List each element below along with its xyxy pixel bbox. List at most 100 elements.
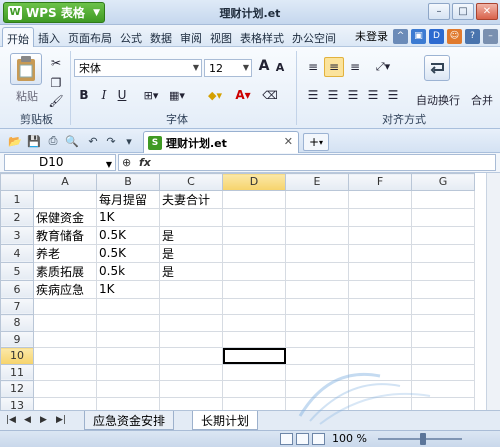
text-direction-icon[interactable]: ⤢▾ (372, 59, 394, 75)
cell[interactable]: 每月提留 (96, 189, 160, 209)
tab-page-layout[interactable]: 页面布局 (64, 27, 116, 47)
spreadsheet-grid[interactable]: A B C D E F G 1 每月提留 夫妻合计 2 保健资金 1K 3 教育储备 0.5K 是… (0, 173, 500, 410)
distribute-icon[interactable]: ☰ (384, 87, 402, 103)
zoom-slider-handle[interactable] (420, 433, 426, 445)
cell[interactable] (411, 261, 475, 281)
row-header[interactable]: 3 (0, 225, 34, 245)
tab-home[interactable]: 开始 (2, 27, 34, 47)
page-break-view-icon[interactable] (312, 433, 325, 445)
cell[interactable] (348, 363, 412, 381)
cell[interactable] (348, 314, 412, 332)
cell[interactable] (411, 396, 475, 410)
customize-toolbar-icon[interactable]: ▾ (122, 134, 136, 148)
cell[interactable] (285, 380, 349, 398)
align-top-icon[interactable]: ≡ (304, 59, 322, 75)
cell[interactable] (285, 207, 349, 227)
row-header[interactable]: 7 (0, 297, 34, 315)
cell[interactable] (348, 261, 412, 281)
sheet-tab-active[interactable]: 长期计划 (192, 411, 259, 430)
undo-icon[interactable]: ↶ (86, 134, 100, 148)
first-sheet-icon[interactable]: |◀ (6, 415, 16, 425)
select-all-corner[interactable] (0, 173, 34, 191)
cell[interactable] (222, 380, 286, 398)
copy-icon[interactable]: ❐ (48, 75, 64, 91)
cell[interactable] (159, 207, 223, 227)
cell[interactable]: 0.5k (96, 261, 160, 281)
cell[interactable]: 1K (96, 207, 160, 227)
column-header[interactable]: A (33, 173, 97, 191)
cell[interactable]: 养老 (33, 243, 97, 263)
cell[interactable] (411, 347, 475, 365)
merge-button[interactable]: 合并 (466, 93, 498, 107)
collapse-ribbon-icon[interactable]: ^ (393, 28, 408, 44)
align-center-icon[interactable]: ☰ (324, 87, 342, 103)
document-tab[interactable]: S 理财计划.et ✕ (143, 131, 299, 153)
help-icon[interactable]: ? (465, 28, 480, 44)
cell[interactable] (159, 314, 223, 332)
align-right-icon[interactable]: ☰ (344, 87, 362, 103)
insert-function-icon[interactable]: fx (139, 156, 151, 169)
cell[interactable] (411, 330, 475, 348)
cell[interactable] (348, 330, 412, 348)
column-header[interactable]: B (96, 173, 160, 191)
cell[interactable] (348, 396, 412, 410)
sheet-tab[interactable]: 应急资金安排 (84, 411, 175, 430)
column-header[interactable]: D (222, 173, 286, 191)
bold-button[interactable]: B (76, 87, 92, 103)
format-painter-icon[interactable]: 🖌 (48, 93, 64, 109)
new-tab-button[interactable]: + ▾ (303, 133, 329, 151)
fill-color-icon[interactable]: ◆▾ (204, 87, 226, 103)
justify-icon[interactable]: ☰ (364, 87, 382, 103)
maximize-icon[interactable]: □ (452, 3, 474, 20)
cell[interactable] (411, 207, 475, 227)
save-icon[interactable]: 💾 (27, 134, 41, 148)
cell[interactable] (222, 363, 286, 381)
cell[interactable] (348, 189, 412, 209)
cell[interactable] (33, 396, 97, 410)
cell[interactable] (96, 380, 160, 398)
docer-icon[interactable]: D (429, 28, 444, 44)
cell[interactable] (285, 330, 349, 348)
cell[interactable] (222, 396, 286, 410)
row-header[interactable]: 2 (0, 207, 34, 227)
column-header[interactable]: G (411, 173, 475, 191)
tab-data[interactable]: 数据 (146, 27, 176, 47)
cell[interactable] (222, 243, 286, 263)
print-icon[interactable]: ⎙ (46, 134, 60, 148)
cell[interactable] (222, 279, 286, 299)
vertical-scrollbar[interactable] (486, 173, 500, 410)
cell[interactable] (348, 279, 412, 299)
cell[interactable] (159, 380, 223, 398)
tab-view[interactable]: 视图 (206, 27, 236, 47)
cell[interactable]: 是 (159, 261, 223, 281)
cell[interactable] (285, 347, 349, 365)
last-sheet-icon[interactable]: ▶| (56, 415, 66, 425)
cell[interactable] (411, 225, 475, 245)
row-header[interactable]: 11 (0, 363, 34, 381)
cell[interactable] (96, 297, 160, 315)
row-header[interactable]: 13 (0, 396, 34, 410)
cell[interactable]: 1K (96, 279, 160, 299)
cell[interactable] (159, 363, 223, 381)
align-bottom-icon[interactable]: ≡ (346, 59, 364, 75)
cell[interactable] (159, 330, 223, 348)
tab-office-space[interactable]: 办公空间 (288, 27, 340, 47)
clear-format-icon[interactable]: ⌫ (262, 87, 278, 103)
grow-font-icon[interactable]: A (256, 57, 272, 75)
cell[interactable] (96, 347, 160, 365)
cell[interactable]: 夫妻合计 (159, 189, 223, 209)
cell[interactable] (222, 225, 286, 245)
print-preview-icon[interactable]: 🔍 (65, 134, 79, 148)
cell[interactable] (33, 189, 97, 209)
align-left-icon[interactable]: ☰ (304, 87, 322, 103)
cell[interactable] (285, 363, 349, 381)
search-function-icon[interactable]: ⊕ (122, 156, 131, 169)
cell[interactable] (285, 243, 349, 263)
close-tab-icon[interactable]: ✕ (284, 135, 293, 148)
cut-icon[interactable]: ✂ (48, 55, 64, 71)
row-header[interactable]: 12 (0, 380, 34, 398)
cell[interactable] (222, 189, 286, 209)
prev-sheet-icon[interactable]: ◀ (24, 415, 31, 425)
font-name-select[interactable]: 宋体 ▼ (74, 59, 202, 77)
wrap-text-button[interactable]: 自动换行 (414, 93, 462, 107)
